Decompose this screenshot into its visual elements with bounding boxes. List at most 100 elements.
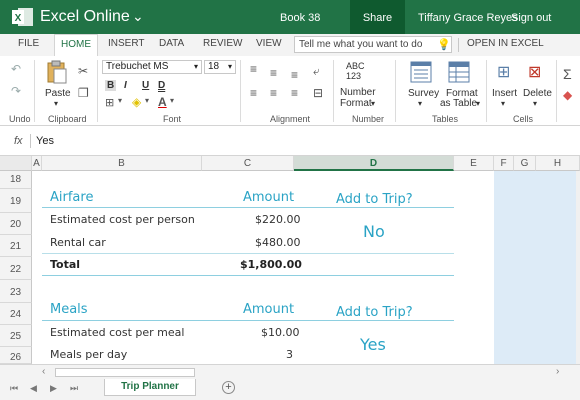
sign-out-link[interactable]: Sign out <box>511 12 551 24</box>
airfare-total-label[interactable]: Total <box>50 258 80 271</box>
chevron-down-icon[interactable]: ⌄ <box>132 8 144 25</box>
open-in-excel-button[interactable]: OPEN IN EXCEL <box>467 38 544 49</box>
airfare-amount-header[interactable]: Amount <box>243 190 294 205</box>
scrollbar-thumb[interactable] <box>55 368 195 377</box>
airfare-item-label[interactable]: Estimated cost per person <box>50 213 195 226</box>
horizontal-scrollbar[interactable]: ‹ › <box>0 364 580 379</box>
meals-amount-header[interactable]: Amount <box>243 302 294 317</box>
meals-item-amount[interactable]: 3 <box>286 348 293 361</box>
row-header[interactable]: 25 <box>0 325 32 347</box>
meals-title[interactable]: Meals <box>50 302 88 317</box>
column-header-c[interactable]: C <box>202 156 294 171</box>
number-format-123[interactable]: 123 <box>346 71 361 82</box>
row-header[interactable]: 18 <box>0 171 32 189</box>
row-header[interactable]: 24 <box>0 303 32 325</box>
chevron-down-icon[interactable]: ▾ <box>418 98 422 109</box>
row-header[interactable]: 23 <box>0 280 32 303</box>
scroll-right-icon[interactable]: › <box>556 366 559 377</box>
last-sheet-icon[interactable]: ⏭ <box>70 383 78 394</box>
clear-icon[interactable]: ◆ <box>563 88 572 102</box>
meals-item-amount[interactable]: $10.00 <box>261 326 300 339</box>
share-button[interactable]: Share <box>350 0 405 34</box>
app-title[interactable]: Excel Online <box>40 8 130 26</box>
meals-add-to-trip-value[interactable]: Yes <box>360 335 386 354</box>
chevron-down-icon[interactable]: ▾ <box>54 98 58 109</box>
airfare-add-to-trip-value[interactable]: No <box>363 222 385 241</box>
format-as-table-label2[interactable]: as Table <box>440 98 477 109</box>
font-color-icon[interactable]: A <box>158 95 167 109</box>
column-header-g[interactable]: G <box>514 156 536 171</box>
previous-sheet-icon[interactable]: ◀ <box>30 383 37 394</box>
row-header[interactable]: 26 <box>0 347 32 364</box>
number-format-label2[interactable]: Format <box>340 98 372 109</box>
borders-icon[interactable]: ⊞ <box>105 96 114 109</box>
formula-input[interactable]: Yes <box>36 135 54 147</box>
tab-review[interactable]: REVIEW <box>203 38 242 49</box>
row-header[interactable]: 21 <box>0 235 32 257</box>
select-all-corner[interactable] <box>0 156 32 171</box>
airfare-item-amount[interactable]: $220.00 <box>255 213 301 226</box>
fx-icon[interactable]: fx <box>14 135 23 147</box>
airfare-item-label[interactable]: Rental car <box>50 236 106 249</box>
scroll-left-icon[interactable]: ‹ <box>42 366 45 377</box>
row-header[interactable]: 20 <box>0 213 32 235</box>
add-sheet-icon[interactable]: + <box>222 381 235 394</box>
align-middle-icon[interactable]: ≡ <box>270 66 277 80</box>
insert-cells-icon[interactable]: ⊞ <box>497 62 510 82</box>
paste-icon[interactable] <box>46 60 68 84</box>
copy-icon[interactable]: ❐ <box>78 86 89 100</box>
column-header-d[interactable]: D <box>294 156 454 171</box>
delete-cells-icon[interactable]: ⊠ <box>528 62 541 82</box>
redo-icon[interactable]: ↷ <box>11 84 21 98</box>
chevron-down-icon[interactable]: ▾ <box>476 98 480 109</box>
tab-view[interactable]: VIEW <box>256 38 282 49</box>
align-top-icon[interactable]: ≡ <box>250 62 257 76</box>
column-header-b[interactable]: B <box>42 156 202 171</box>
airfare-item-amount[interactable]: $480.00 <box>255 236 301 249</box>
chevron-down-icon[interactable]: ▾ <box>118 96 122 105</box>
tab-insert[interactable]: INSERT <box>108 38 145 49</box>
align-left-icon[interactable]: ≡ <box>250 86 257 100</box>
autosum-icon[interactable]: Σ <box>563 66 572 82</box>
bold-button[interactable]: B <box>105 80 117 91</box>
chevron-down-icon[interactable]: ▾ <box>170 96 174 105</box>
column-header-h[interactable]: H <box>536 156 580 171</box>
number-format-label[interactable]: Number <box>340 87 376 98</box>
tell-me-input[interactable]: Tell me what you want to do <box>294 36 452 53</box>
tab-home[interactable]: HOME <box>54 34 98 56</box>
next-sheet-icon[interactable]: ▶ <box>50 383 57 394</box>
airfare-add-to-trip-header[interactable]: Add to Trip? <box>336 192 413 207</box>
column-header-a[interactable]: A <box>32 156 42 171</box>
chevron-down-icon[interactable]: ▾ <box>371 98 375 109</box>
italic-button[interactable]: I <box>124 80 127 91</box>
user-name[interactable]: Tiffany Grace Reyes <box>418 12 518 24</box>
chevron-down-icon[interactable]: ▾ <box>501 98 505 109</box>
meals-add-to-trip-header[interactable]: Add to Trip? <box>336 305 413 320</box>
delete-label[interactable]: Delete <box>523 88 552 99</box>
workbook-title[interactable]: Book 38 <box>280 12 320 24</box>
undo-icon[interactable]: ↶ <box>11 62 21 76</box>
tab-file[interactable]: FILE <box>18 38 39 49</box>
double-underline-button[interactable]: D <box>158 80 165 91</box>
row-header[interactable]: 22 <box>0 257 32 280</box>
format-as-table-icon[interactable] <box>448 61 470 83</box>
meals-item-label[interactable]: Meals per day <box>50 348 127 361</box>
align-bottom-icon[interactable]: ≡ <box>291 68 298 82</box>
airfare-total-amount[interactable]: $1,800.00 <box>240 258 302 271</box>
vertical-scrollbar[interactable] <box>576 171 580 364</box>
survey-label[interactable]: Survey <box>408 88 439 99</box>
sheet-tab-trip-planner[interactable]: Trip Planner <box>104 379 196 396</box>
row-header[interactable]: 19 <box>0 189 32 213</box>
merge-center-icon[interactable]: ⊟ <box>313 86 323 100</box>
fill-color-icon[interactable]: ◈ <box>132 95 141 109</box>
column-header-f[interactable]: F <box>494 156 514 171</box>
chevron-down-icon[interactable]: ▾ <box>145 96 149 105</box>
align-right-icon[interactable]: ≡ <box>291 86 298 100</box>
tab-data[interactable]: DATA <box>159 38 184 49</box>
cut-icon[interactable]: ✂ <box>78 64 88 78</box>
airfare-title[interactable]: Airfare <box>50 190 93 205</box>
font-size-select[interactable]: 18 ▾ <box>204 60 236 74</box>
underline-button[interactable]: U <box>142 80 149 91</box>
font-name-select[interactable]: Trebuchet MS ▾ <box>102 60 202 74</box>
meals-item-label[interactable]: Estimated cost per meal <box>50 326 184 339</box>
